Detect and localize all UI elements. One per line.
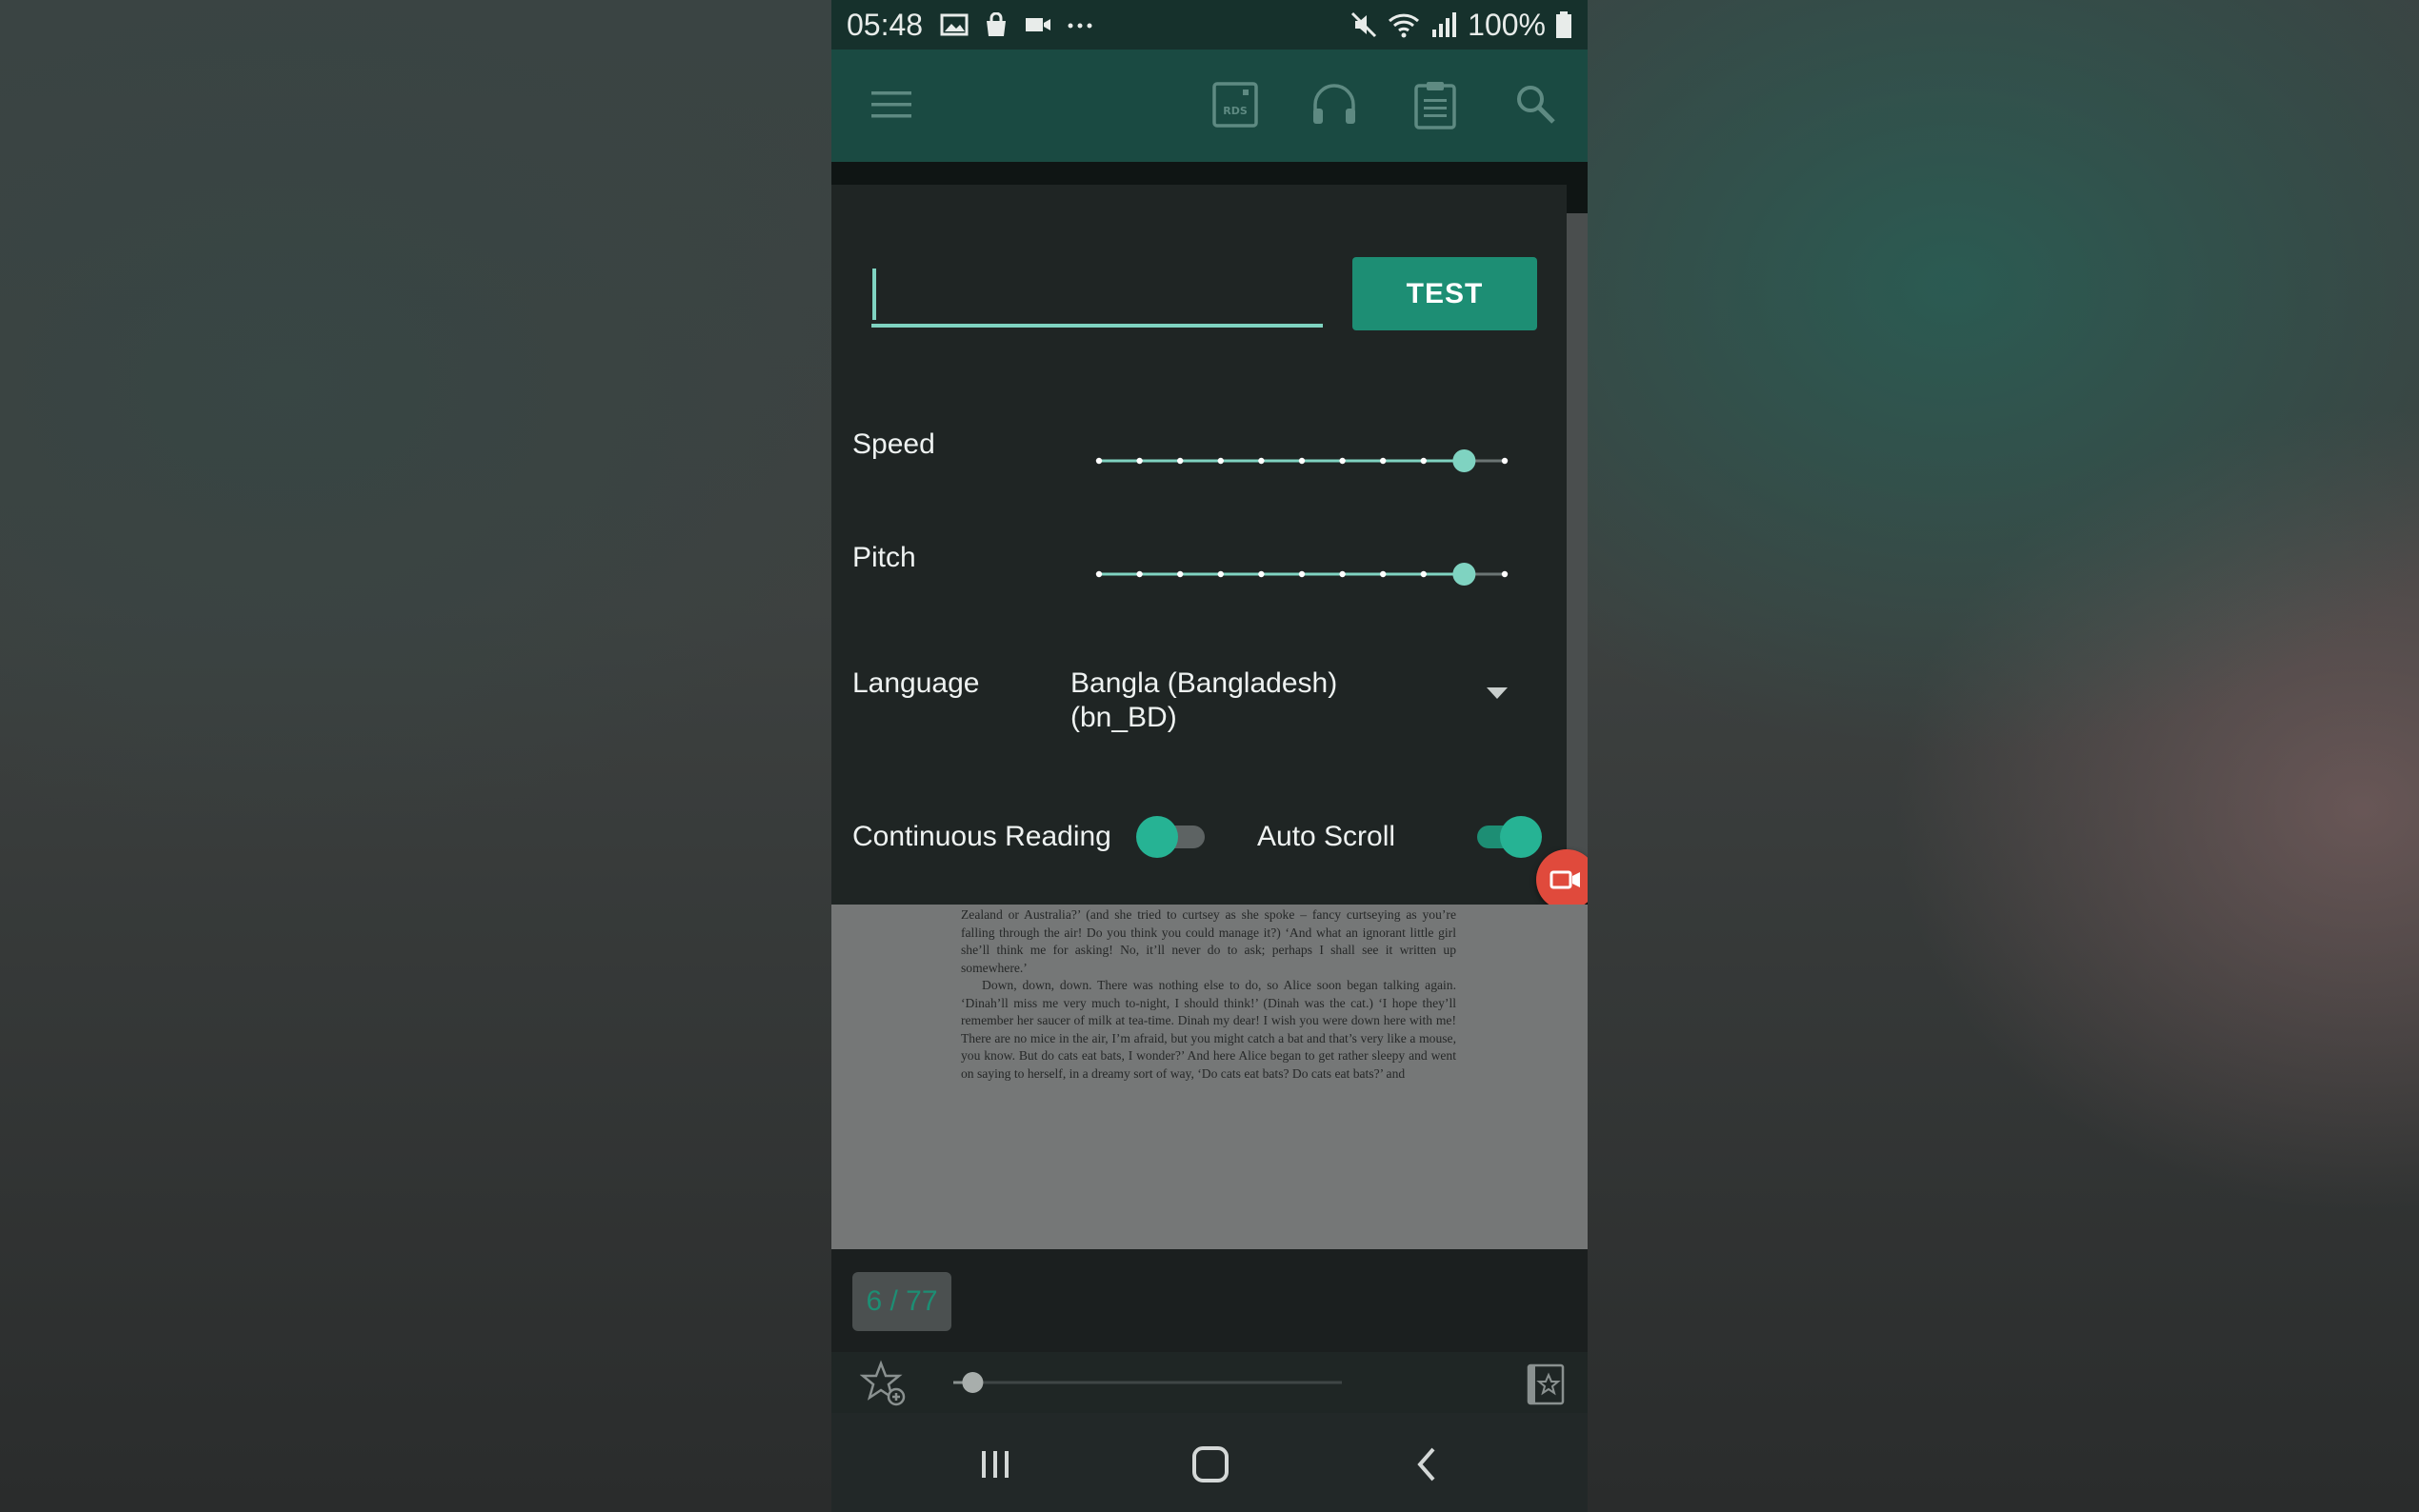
rds-icon[interactable]: RDS [1209, 78, 1262, 131]
slider-tick [1339, 570, 1346, 578]
status-time: 05:48 [847, 7, 924, 42]
slider-tick [1095, 570, 1103, 578]
slider-tick [1380, 570, 1387, 578]
slider-tick [1298, 570, 1306, 578]
status-right: 100% [1349, 8, 1572, 43]
speed-slider[interactable] [1091, 447, 1512, 475]
star-add-icon[interactable] [860, 1360, 908, 1407]
slider-tick [1217, 570, 1224, 578]
test-button[interactable]: TEST [1352, 257, 1537, 330]
status-bar: 05:48 100% [831, 0, 1588, 50]
signal-icon [1432, 12, 1457, 37]
page-slider-thumb [962, 1372, 984, 1393]
slider-tick [1380, 457, 1387, 465]
slider-tick [1258, 457, 1265, 465]
wifi-icon [1389, 13, 1420, 38]
slider-tick [1298, 457, 1306, 465]
clipboard-icon[interactable] [1409, 78, 1462, 131]
recent-apps-icon[interactable] [976, 1445, 1014, 1483]
panel-top-shadow [831, 162, 1588, 185]
scrollbar-thumb[interactable] [1567, 213, 1588, 880]
slider-tick [1501, 457, 1509, 465]
document-text: Zealand or Australia?’ (and she tried to… [961, 906, 1456, 1083]
back-icon[interactable] [1409, 1445, 1447, 1483]
slider-tick [1339, 457, 1346, 465]
slider-tick [1136, 570, 1143, 578]
more-notifications-icon [1068, 23, 1092, 29]
slider-tick [1258, 570, 1265, 578]
video-camera-icon [1026, 18, 1051, 31]
app-bar: RDS [831, 50, 1588, 162]
document-paragraph: Down, down, down. There was nothing else… [961, 978, 1456, 1081]
page-navigation-bar [831, 1352, 1588, 1413]
slider-thumb [1452, 449, 1476, 472]
language-label: Language [852, 667, 980, 699]
language-dropdown[interactable]: Bangla (Bangladesh) (bn_BD) [1070, 666, 1356, 735]
screen-recorder-button[interactable] [1536, 849, 1588, 910]
mute-icon [1351, 11, 1377, 38]
slider-tick [1501, 570, 1509, 578]
phone-screen: 05:48 100% RDS TEST Speed Pitch Language… [831, 0, 1588, 1512]
svg-text:RDS: RDS [1223, 105, 1248, 117]
panel-scrollbar[interactable] [1567, 185, 1588, 905]
home-icon[interactable] [1190, 1443, 1231, 1485]
toggle-knob [1136, 816, 1178, 858]
slider-tick [1420, 457, 1427, 465]
continuous-reading-label: Continuous Reading [852, 821, 1111, 852]
battery-percent: 100% [1468, 7, 1546, 42]
search-icon[interactable] [1509, 78, 1563, 131]
headphones-icon[interactable] [1308, 78, 1361, 131]
gallery-icon [940, 13, 969, 36]
slider-tick [1177, 457, 1184, 465]
slider-tick [1136, 457, 1143, 465]
system-navigation-bar [831, 1413, 1588, 1512]
slider-tick [1420, 570, 1427, 578]
dropdown-arrow-icon[interactable] [1487, 687, 1508, 699]
slider-tick [1177, 570, 1184, 578]
hamburger-menu-icon[interactable] [866, 78, 919, 131]
speed-label: Speed [852, 428, 935, 460]
text-cursor [872, 269, 876, 320]
recorder-icon [1549, 870, 1580, 889]
pitch-slider[interactable] [1091, 560, 1512, 588]
document-paragraph: Zealand or Australia?’ (and she tried to… [961, 907, 1456, 975]
tts-test-input[interactable] [871, 261, 1323, 328]
battery-icon [1556, 11, 1571, 38]
pitch-label: Pitch [852, 542, 916, 573]
continuous-reading-toggle[interactable] [1136, 815, 1209, 858]
auto-scroll-label: Auto Scroll [1257, 821, 1396, 852]
slider-thumb [1452, 563, 1476, 586]
auto-scroll-toggle[interactable] [1469, 815, 1542, 858]
slider-tick [1217, 457, 1224, 465]
bookmark-list-icon[interactable] [1525, 1360, 1567, 1407]
slider-tick [1095, 457, 1103, 465]
page-slider[interactable] [946, 1369, 1349, 1396]
page-indicator: 6 / 77 [852, 1272, 951, 1331]
shopping-bag-icon [987, 12, 1007, 36]
